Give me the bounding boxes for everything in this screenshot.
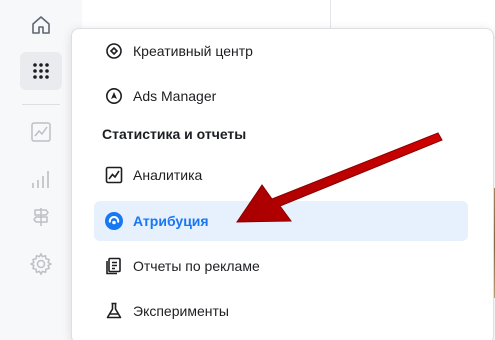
menu-item-creative-hub[interactable]: Креативный центр <box>94 31 468 71</box>
bar-chart-icon <box>30 168 52 190</box>
section-title-analytics-reports: Статистика и отчеты <box>102 126 247 142</box>
home-icon <box>30 14 52 36</box>
rail-divider <box>22 104 60 105</box>
menu-item-label: Аналитика <box>133 167 203 183</box>
reports-button[interactable] <box>20 160 62 198</box>
settings-button[interactable] <box>20 245 62 283</box>
signpost-icon <box>30 206 52 228</box>
ads-reporting-icon <box>104 256 124 276</box>
menu-item-attribution[interactable]: Атрибуция <box>94 201 468 241</box>
attribution-icon <box>104 211 124 231</box>
menu-item-label: Отчеты по рекламе <box>133 258 260 274</box>
menu-item-analytics[interactable]: Аналитика <box>94 155 468 195</box>
directions-button[interactable] <box>20 198 62 236</box>
all-tools-button[interactable] <box>20 52 62 90</box>
experiments-flask-icon <box>104 301 124 321</box>
trend-chart-icon <box>30 121 52 143</box>
left-icon-rail <box>0 0 82 340</box>
menu-item-experiments[interactable]: Эксперименты <box>94 291 468 331</box>
menu-item-label: Атрибуция <box>133 213 209 229</box>
ads-manager-icon <box>104 86 124 106</box>
analytics-icon <box>104 165 124 185</box>
insights-button[interactable] <box>20 113 62 151</box>
menu-item-label: Ads Manager <box>133 88 217 104</box>
home-button[interactable] <box>20 6 62 44</box>
menu-item-ads-manager[interactable]: Ads Manager <box>94 76 468 116</box>
creative-hub-icon <box>104 41 124 61</box>
apps-grid-icon <box>31 61 51 81</box>
menu-item-label: Эксперименты <box>133 303 229 319</box>
settings-gear-icon <box>29 252 53 276</box>
menu-item-label: Креативный центр <box>133 43 253 59</box>
all-tools-menu: Креативный центр Ads Manager Статистика … <box>71 28 494 340</box>
menu-item-ads-reporting[interactable]: Отчеты по рекламе <box>94 246 468 286</box>
